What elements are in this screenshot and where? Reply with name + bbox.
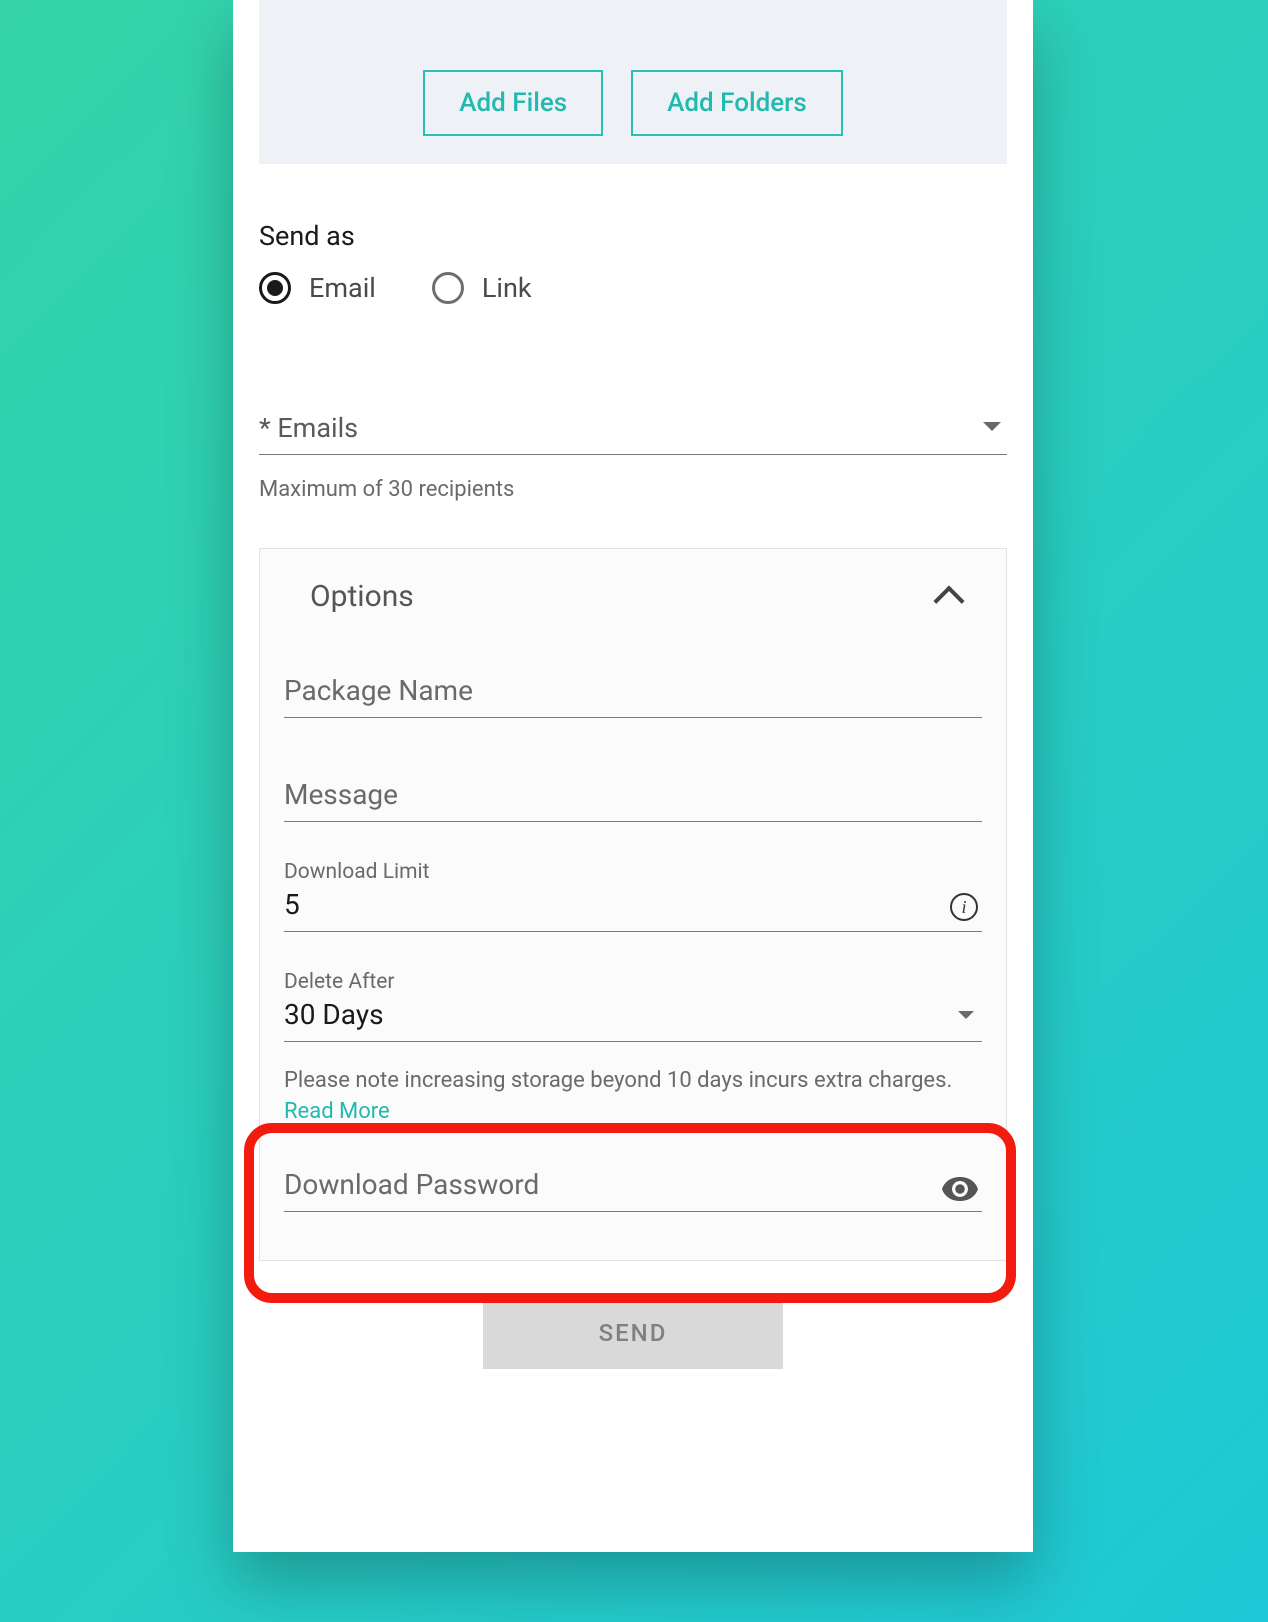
send-as-label: Send as	[259, 220, 1007, 252]
download-limit-input[interactable]: Download Limit 5 i	[284, 862, 982, 932]
emails-placeholder: * Emails	[259, 412, 358, 444]
message-placeholder: Message	[284, 778, 398, 811]
options-title: Options	[310, 579, 414, 614]
send-as-section: Send as Email Link	[233, 220, 1033, 304]
send-as-radio-group: Email Link	[259, 272, 1007, 304]
annotation-highlight	[244, 1123, 1016, 1303]
delete-after-note-text: Please note increasing storage beyond 10…	[284, 1068, 952, 1093]
emails-input[interactable]: * Emails	[259, 412, 1007, 455]
download-limit-value: 5	[284, 888, 300, 921]
message-input[interactable]: Message	[284, 778, 982, 822]
download-password-input[interactable]: Download Password	[284, 1168, 982, 1212]
eye-icon[interactable]	[942, 1177, 978, 1201]
send-button[interactable]: SEND	[483, 1297, 783, 1369]
delete-after-value: 30 Days	[284, 998, 384, 1031]
package-name-input[interactable]: Package Name	[284, 674, 982, 718]
chevron-up-icon	[933, 585, 964, 616]
options-panel: Options Package Name Message Download Li…	[259, 548, 1007, 1261]
add-folders-button[interactable]: Add Folders	[631, 70, 843, 136]
radio-unchecked-icon	[432, 272, 464, 304]
send-as-link-label: Link	[482, 272, 532, 304]
delete-after-select[interactable]: Delete After 30 Days	[284, 972, 982, 1042]
delete-after-note: Please note increasing storage beyond 10…	[284, 1066, 982, 1128]
read-more-link[interactable]: Read More	[284, 1099, 390, 1125]
download-limit-label: Download Limit	[284, 860, 430, 884]
emails-section: * Emails Maximum of 30 recipients	[233, 412, 1033, 502]
info-icon[interactable]: i	[950, 893, 978, 921]
add-files-button[interactable]: Add Files	[423, 70, 603, 136]
package-name-placeholder: Package Name	[284, 674, 473, 707]
delete-after-label: Delete After	[284, 970, 395, 994]
send-as-link-radio[interactable]: Link	[432, 272, 532, 304]
send-as-email-label: Email	[309, 272, 376, 304]
send-card: Add Files Add Folders Send as Email Link…	[233, 0, 1033, 1552]
send-as-email-radio[interactable]: Email	[259, 272, 376, 304]
file-dropzone[interactable]: Add Files Add Folders	[259, 0, 1007, 164]
emails-help-text: Maximum of 30 recipients	[259, 477, 1007, 502]
radio-checked-icon	[259, 272, 291, 304]
caret-down-icon	[983, 422, 1001, 431]
caret-down-icon	[958, 1011, 974, 1019]
download-password-placeholder: Download Password	[284, 1168, 539, 1201]
options-toggle[interactable]: Options	[284, 579, 982, 614]
